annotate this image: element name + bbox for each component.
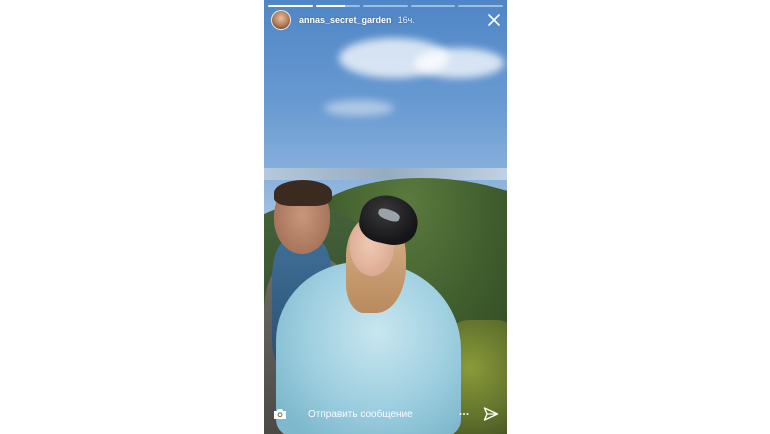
story-progress-bar xyxy=(268,5,503,7)
more-icon xyxy=(459,413,469,415)
progress-segment xyxy=(268,5,313,7)
username-link[interactable]: annas_secret_garden xyxy=(299,15,392,25)
message-input[interactable] xyxy=(308,408,457,420)
camera-button[interactable] xyxy=(270,404,290,424)
close-icon xyxy=(488,14,500,26)
photo-cloud xyxy=(414,48,504,78)
progress-segment xyxy=(410,5,456,7)
page: annas_secret_garden 16ч. xyxy=(0,0,770,434)
send-button[interactable] xyxy=(481,404,501,424)
progress-segment xyxy=(363,5,408,7)
post-timestamp: 16ч. xyxy=(397,15,415,25)
photo-man-hair xyxy=(274,180,332,206)
photo-cloud xyxy=(324,100,394,116)
story-header: annas_secret_garden 16ч. xyxy=(271,10,501,30)
story-viewer[interactable]: annas_secret_garden 16ч. xyxy=(264,0,507,434)
photo-coastline xyxy=(264,168,507,180)
story-footer xyxy=(270,404,501,424)
more-options-button[interactable] xyxy=(457,404,471,424)
progress-segment xyxy=(315,5,361,7)
camera-icon xyxy=(274,409,286,419)
progress-segment xyxy=(458,5,503,7)
send-icon xyxy=(483,407,499,421)
close-button[interactable] xyxy=(487,13,501,27)
profile-avatar[interactable] xyxy=(271,10,291,30)
